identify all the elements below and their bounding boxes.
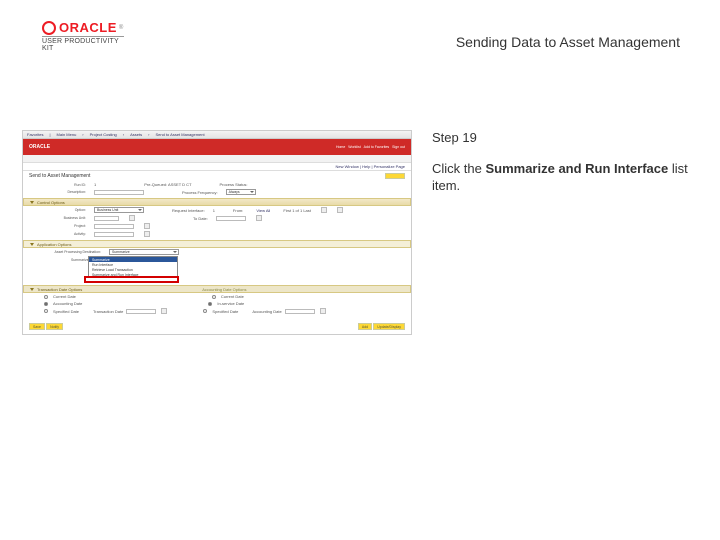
chevron-down-icon [30, 201, 34, 204]
page-tools-links[interactable]: New Window | Help | Personalize Page [336, 164, 405, 169]
link-worklist[interactable]: Worklist [348, 145, 360, 149]
calendar-icon[interactable] [256, 215, 262, 221]
radio-accounting-date[interactable] [44, 302, 48, 306]
notify-button[interactable]: Notify [46, 323, 63, 330]
calendar-icon[interactable] [161, 308, 167, 314]
asset-proc-dest-label: Asset Processing Destination: [31, 250, 101, 254]
pager-text: First 1 of 1 Last [283, 208, 311, 213]
trademark-symbol: ® [119, 25, 123, 31]
tab-main-menu[interactable]: Main Menu [57, 132, 77, 137]
calendar-icon[interactable] [320, 308, 326, 314]
app-screenshot: Favorites | Main Menu › Project Costing … [22, 130, 412, 335]
run-id-label: Run ID: [31, 183, 86, 187]
proc-status-label: Process Status: [220, 182, 248, 187]
tab-project-costing[interactable]: Project Costing [90, 132, 117, 137]
tab-assets[interactable]: Assets [130, 132, 142, 137]
from-label: From: [233, 208, 243, 213]
radio-specified-date[interactable] [44, 309, 48, 313]
activity-label: Activity: [31, 232, 86, 236]
app-options-section[interactable]: Application Options [23, 240, 411, 248]
todate-label: To Date: [193, 216, 208, 221]
acct-date-input[interactable] [285, 309, 315, 314]
instr-bold: Summarize and Run Interface [485, 161, 668, 176]
lookup-icon[interactable] [129, 215, 135, 221]
link-home[interactable]: Home [336, 145, 345, 149]
radio-tdate-specified[interactable] [203, 309, 207, 313]
breadcrumb-tabs: Favorites | Main Menu › Project Costing … [23, 131, 411, 139]
run-button[interactable] [385, 173, 405, 179]
step-label: Step 19 [432, 130, 692, 147]
chevron-down-icon [30, 243, 34, 246]
radio-tdate-current[interactable] [212, 295, 216, 299]
control-options-section[interactable]: Control Options [23, 198, 411, 206]
app-oracle-logo: ORACLE [29, 144, 50, 150]
tab-send-to-am[interactable]: Send to Asset Management [155, 132, 204, 137]
tx-date-options-section[interactable]: Transaction Date Options Accounting Date… [23, 285, 411, 293]
nav-spacer [23, 155, 411, 163]
product-line-label: USER PRODUCTIVITY KIT [42, 36, 124, 52]
bu-input[interactable] [94, 216, 119, 221]
remove-row-icon[interactable] [337, 207, 343, 213]
bu-label: Business Unit: [31, 216, 86, 220]
page-title: Send to Asset Management [29, 173, 90, 179]
brand-logo-block: ORACLE ® USER PRODUCTIVITY KIT [42, 20, 124, 52]
oracle-o-icon [42, 21, 56, 35]
tx-date-input[interactable] [126, 309, 156, 314]
link-favorites[interactable]: Add to Favorites [364, 145, 389, 149]
lookup-icon[interactable] [144, 231, 150, 237]
radio-current-date[interactable] [44, 295, 48, 299]
instruction-panel: Step 19 Click the Summarize and Run Inte… [432, 130, 692, 335]
todate-input[interactable] [216, 216, 246, 221]
chevron-down-icon [30, 288, 34, 291]
oracle-wordmark: ORACLE [59, 20, 117, 35]
update-button[interactable]: Update/Display [373, 323, 405, 330]
asset-proc-dest-listbox: Summarize Run Interface Retrieve Load Tr… [88, 256, 178, 278]
acct-date-options-label: Accounting Date Options [202, 287, 246, 292]
add-row-icon[interactable] [321, 207, 327, 213]
link-signout[interactable]: Sign out [392, 145, 405, 149]
asset-proc-dest-select[interactable]: Summarize [109, 249, 179, 255]
req-iface-value: 1 [213, 208, 215, 213]
option-label: Option: [31, 208, 86, 212]
radio-tdate-inservice[interactable] [208, 302, 212, 306]
option-select[interactable]: Business Unit [94, 207, 144, 213]
highlight-target-box [84, 276, 179, 283]
project-label: Project: [31, 224, 86, 228]
page-tools: New Window | Help | Personalize Page [23, 163, 411, 171]
save-button[interactable]: Save [29, 323, 45, 330]
instr-prefix: Click the [432, 161, 485, 176]
oracle-logo: ORACLE ® [42, 20, 124, 35]
view-all-link[interactable]: View All [256, 208, 270, 213]
lookup-icon[interactable] [144, 223, 150, 229]
req-iface-label: Request Interface: [172, 208, 205, 213]
run-id-value: 1 [94, 182, 96, 187]
app-brand-bar: ORACLE Home Worklist Add to Favorites Si… [23, 139, 411, 155]
tx-date-label: Transaction Date [93, 309, 123, 314]
proc-queued-label: Pre-Queued: ASSET D CT [144, 182, 191, 187]
activity-input[interactable] [94, 232, 134, 237]
proc-freq-select[interactable]: Always [226, 189, 256, 195]
add-button[interactable]: Add [358, 323, 372, 330]
tab-favorites[interactable]: Favorites [27, 132, 43, 137]
proc-freq-label: Process Frequency: [182, 190, 218, 195]
acct-date-label: Accounting Date [252, 309, 281, 314]
description-input[interactable] [94, 190, 144, 195]
description-label: Description: [31, 190, 86, 194]
instruction-text: Click the Summarize and Run Interface li… [432, 161, 692, 195]
document-title: Sending Data to Asset Management [456, 34, 680, 50]
project-input[interactable] [94, 224, 134, 229]
